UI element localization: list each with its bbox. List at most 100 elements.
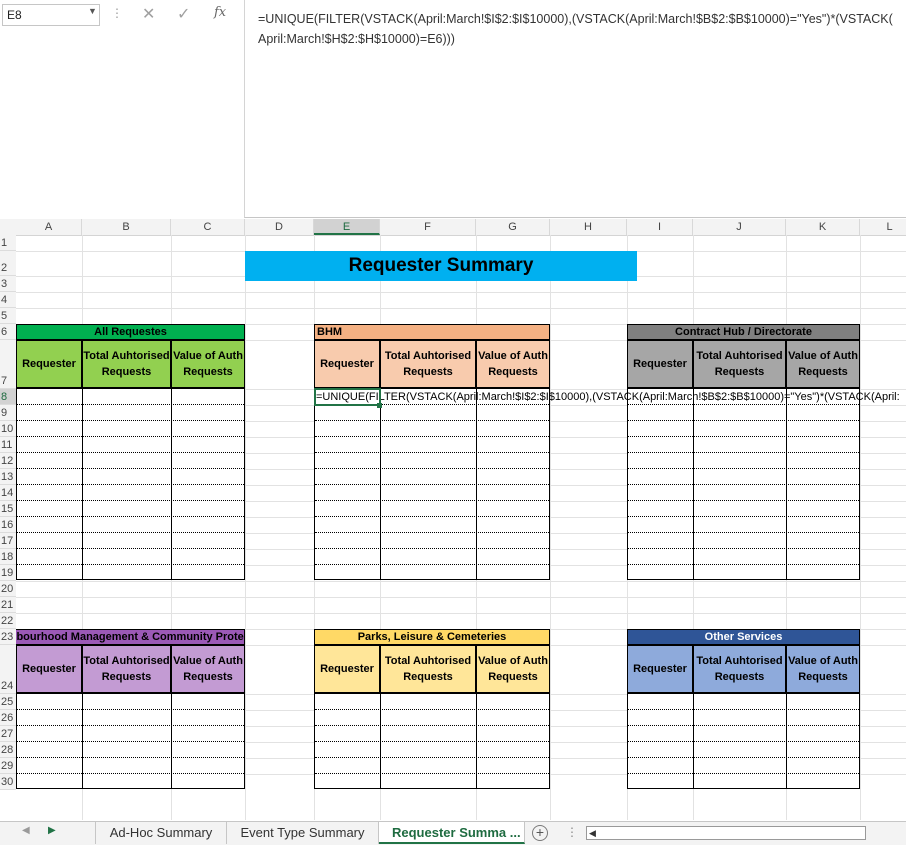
chevron-down-icon[interactable]: ▼ [88,6,97,16]
block-header-1: Total Auhtorised Requests [82,645,171,693]
grid-line [860,235,861,820]
row-header-23[interactable]: 23 [0,629,16,645]
grid-line [16,581,906,582]
table-row-divider [17,500,244,501]
block-header-2: Value of Auth Requests [476,645,550,693]
row-header-17[interactable]: 17 [0,533,16,549]
row-header-7[interactable]: 7 [0,340,16,389]
block-data-area[interactable] [627,693,860,789]
row-header-4[interactable]: 4 [0,292,16,308]
tab-ad-hoc-summary[interactable]: Ad-Hoc Summary [95,822,227,844]
column-header-i[interactable]: I [627,219,693,235]
column-header-j[interactable]: J [693,219,786,235]
row-header-16[interactable]: 16 [0,517,16,533]
grid-line [550,235,551,820]
row-header-18[interactable]: 18 [0,549,16,565]
row-header-24[interactable]: 24 [0,645,16,694]
worksheet-grid[interactable]: Requester Summary All Requestes Requester… [16,235,906,820]
row-header-20[interactable]: 20 [0,581,16,597]
column-header-l[interactable]: L [860,219,906,235]
table-row-divider [17,548,244,549]
row-header-15[interactable]: 15 [0,501,16,517]
function-icon[interactable]: fx [214,5,226,20]
tab-requester-summary[interactable]: Requester Summa ... [379,822,525,844]
table-row-divider [17,725,244,726]
block-data-area[interactable] [314,388,550,580]
table-row-divider [628,484,859,485]
column-header-e[interactable]: E [314,219,380,235]
column-header-a[interactable]: A [16,219,82,235]
row-header-12[interactable]: 12 [0,453,16,469]
formula-text[interactable]: =UNIQUE(FILTER(VSTACK(April:March!$I$2:$… [258,9,906,49]
add-sheet-icon[interactable]: + [532,825,548,841]
block-data-area[interactable] [627,388,860,580]
tab-scroll-right-icon[interactable]: ▶ [48,825,56,836]
column-header-f[interactable]: F [380,219,476,235]
column-header-d[interactable]: D [245,219,314,235]
column-header-k[interactable]: K [786,219,860,235]
table-row-divider [17,484,244,485]
table-row-divider [628,741,859,742]
row-header-27[interactable]: 27 [0,726,16,742]
block-header-0: Requester [314,340,380,388]
block-header-1: Total Auhtorised Requests [380,645,476,693]
horizontal-scrollbar[interactable]: ◀ [586,826,866,840]
row-header-26[interactable]: 26 [0,710,16,726]
row-header-2[interactable]: 2 [0,251,16,276]
table-row-divider [628,436,859,437]
active-cell-e8[interactable] [314,388,381,406]
table-row-divider [315,436,549,437]
block-header-1: Total Auhtorised Requests [82,340,171,388]
table-row-divider [17,436,244,437]
tab-scroll-left-icon[interactable]: ◀ [22,825,30,836]
table-row-divider [17,564,244,565]
scroll-left-icon[interactable]: ◀ [589,827,596,839]
row-header-1[interactable]: 1 [0,235,16,251]
page-title: Requester Summary [245,251,637,281]
block-title: Parks, Leisure & Cemeteries [314,629,550,645]
column-header-b[interactable]: B [82,219,171,235]
tab-event-type-summary[interactable]: Event Type Summary [227,822,379,844]
table-row-divider [315,516,549,517]
row-header-30[interactable]: 30 [0,774,16,790]
row-header-25[interactable]: 25 [0,694,16,710]
row-header-9[interactable]: 9 [0,405,16,421]
block-data-area[interactable] [314,693,550,789]
table-row-divider [17,741,244,742]
block-title: Contract Hub / Directorate [627,324,860,340]
row-header-28[interactable]: 28 [0,742,16,758]
column-header-c[interactable]: C [171,219,245,235]
row-header-14[interactable]: 14 [0,485,16,501]
cell-e8-formula-overflow: =UNIQUE(FILTER(VSTACK(April:March!$I$2:$… [316,391,900,403]
table-row-divider [315,709,549,710]
table-row-divider [17,709,244,710]
check-icon[interactable]: ✓ [177,4,190,24]
fill-handle[interactable] [377,403,382,408]
block-data-area[interactable] [16,388,245,580]
table-row-divider [628,468,859,469]
row-header-22[interactable]: 22 [0,613,16,629]
table-row-divider [315,532,549,533]
block-data-area[interactable] [16,693,245,789]
column-header-h[interactable]: H [550,219,627,235]
row-header-21[interactable]: 21 [0,597,16,613]
row-header-19[interactable]: 19 [0,565,16,581]
tab-overflow-ellipsis: ... [509,825,521,840]
table-row-divider [315,757,549,758]
formula-bar[interactable]: =UNIQUE(FILTER(VSTACK(April:March!$I$2:$… [244,0,906,218]
row-header-29[interactable]: 29 [0,758,16,774]
block-header-1: Total Auhtorised Requests [693,645,786,693]
row-header-10[interactable]: 10 [0,421,16,437]
splitter-grip-icon[interactable]: ⋮ [566,825,578,839]
row-header-8[interactable]: 8 [0,389,16,405]
cancel-icon[interactable]: ✕ [142,4,155,24]
row-header-6[interactable]: 6 [0,324,16,340]
row-header-11[interactable]: 11 [0,437,16,453]
name-box[interactable]: E8 [2,4,100,26]
table-row-divider [628,725,859,726]
row-header-3[interactable]: 3 [0,276,16,292]
row-header-5[interactable]: 5 [0,308,16,324]
column-header-g[interactable]: G [476,219,550,235]
table-row-divider [315,773,549,774]
row-header-13[interactable]: 13 [0,469,16,485]
